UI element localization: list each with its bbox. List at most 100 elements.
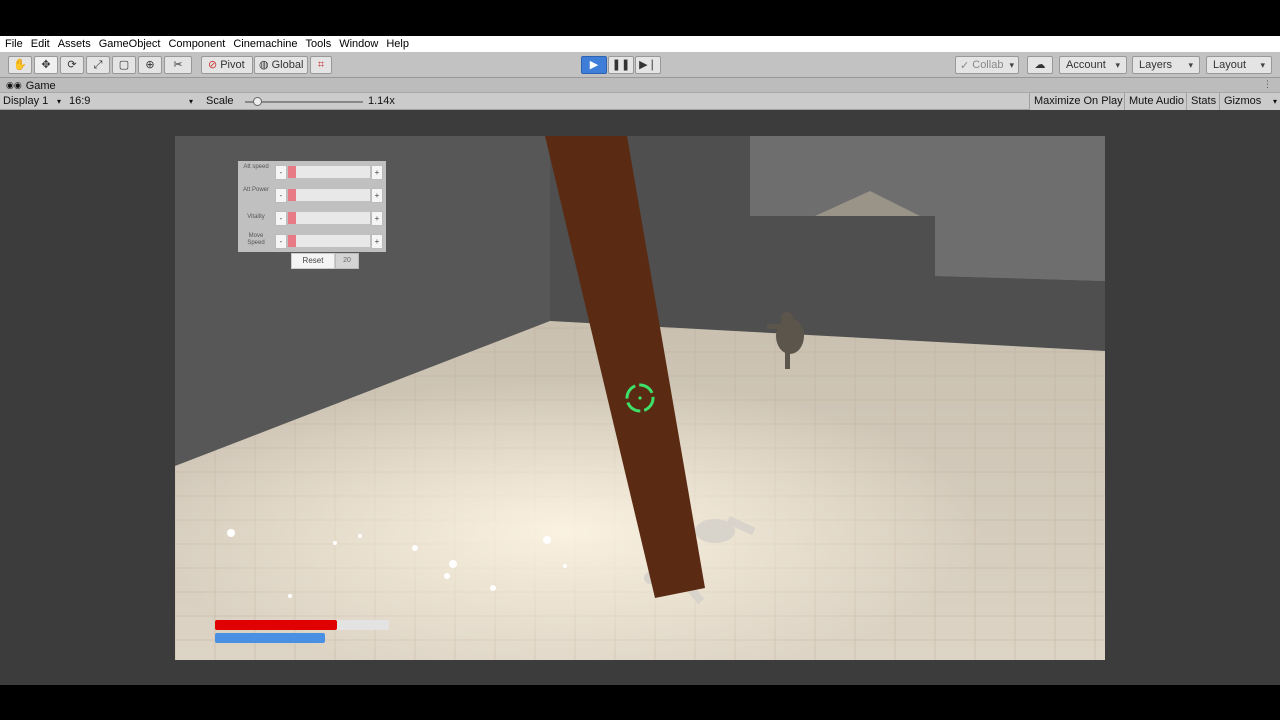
global-toggle[interactable]: ◍ Global [254,56,308,74]
menu-assets[interactable]: Assets [54,36,95,52]
layers-label: Layers [1139,59,1173,71]
stat-row-vitality: Vitality - + [238,208,386,228]
increase-button[interactable]: + [371,211,383,226]
tools-icon: ✂ [173,58,183,71]
hand-icon: ✋ [13,58,27,71]
stat-row-move-speed: Move Speed - + [238,231,386,251]
stat-slider-fill[interactable] [288,166,296,178]
rect-icon: ▢ [118,58,130,71]
rotate-icon: ⟳ [67,58,77,71]
pause-icon: ❚❚ [611,58,631,71]
scale-tool-button[interactable]: ⤢ [86,56,110,74]
menu-file[interactable]: File [0,36,27,52]
rotate-tool-button[interactable]: ⟳ [60,56,84,74]
global-label: Global [271,59,304,71]
rect-tool-button[interactable]: ▢ [112,56,136,74]
stat-label: Vitality [247,214,265,220]
scale-slider-track[interactable] [245,101,363,103]
layout-dropdown[interactable]: Layout [1206,56,1272,74]
globe-icon: ◍ [259,58,269,71]
menu-edit[interactable]: Edit [27,36,54,52]
menu-window[interactable]: Window [335,36,382,52]
pivot-label: Pivot [220,59,245,71]
maximize-on-play-toggle[interactable]: Maximize On Play [1029,93,1127,110]
stats-toggle[interactable]: Stats [1186,93,1221,110]
stat-slider-fill[interactable] [288,212,296,224]
stat-slider-track[interactable] [288,189,370,201]
layout-label: Layout [1213,59,1247,71]
increase-button[interactable]: + [371,188,383,203]
display-dropdown[interactable]: Display 1 ▾ [3,93,65,110]
reset-button[interactable]: Reset [291,253,335,269]
menu-help[interactable]: Help [382,36,413,52]
cloud-icon: ☁ [1034,58,1046,71]
dropdown-arrow-icon: ▾ [1272,97,1277,106]
stat-slider-fill[interactable] [288,189,296,201]
pause-button[interactable]: ❚❚ [608,56,634,74]
transform-icon: ⊕ [145,58,155,71]
hand-tool-button[interactable]: ✋ [8,56,32,74]
stat-slider-track[interactable] [288,166,370,178]
dropdown-arrow-icon: ▾ [189,97,194,106]
aspect-dropdown[interactable]: 16:9 ▾ [69,93,199,110]
grid-snap-icon: ⌗ [317,58,325,71]
mana-bar-fill [215,633,325,643]
game-viewport[interactable]: Att speed - + Att Power - + Vitality - +… [175,136,1105,660]
bottom-black-bar [0,685,1280,720]
stat-slider-track[interactable] [288,235,370,247]
menu-tools[interactable]: Tools [302,36,336,52]
layers-dropdown[interactable]: Layers [1132,56,1200,74]
scale-slider-handle[interactable] [253,97,262,106]
game-view-toolbar: Display 1 ▾ 16:9 ▾ Scale 1.14x Maximize … [0,93,1280,110]
stat-points-counter: 20 [335,253,359,269]
step-button[interactable]: ▶❘ [635,56,661,74]
scale-icon: ⤢ [93,58,103,71]
gizmos-dropdown[interactable]: Gizmos ▾ [1219,93,1280,110]
stat-label: Att speed [243,164,269,170]
step-icon: ▶❘ [639,58,657,71]
cloud-button[interactable]: ☁ [1027,56,1053,74]
tab-game[interactable]: ◉◉ Game [6,78,56,93]
play-icon: ▶ [589,58,599,71]
menu-gameobject[interactable]: GameObject [95,36,165,52]
menu-cinemachine[interactable]: Cinemachine [229,36,301,52]
play-button[interactable]: ▶ [581,56,607,74]
snap-button[interactable]: ⌗ [310,56,332,74]
decrease-button[interactable]: - [275,165,287,180]
pivot-icon: ⊘ [208,58,218,71]
custom-tool-button[interactable]: ✂ [164,56,192,74]
top-black-bar [0,0,1280,36]
scale-label: Scale [206,95,234,107]
stat-label: Move Speed [247,233,265,246]
account-label: Account [1066,59,1106,71]
scale-value: 1.14x [368,95,395,107]
stat-slider-fill[interactable] [288,235,296,247]
panel-menu-icon[interactable]: ⋮ [1263,79,1272,90]
health-bar [215,620,389,630]
stat-label: Att Power [242,187,269,193]
gizmos-label: Gizmos [1224,95,1262,107]
menu-component[interactable]: Component [164,36,229,52]
mute-audio-toggle[interactable]: Mute Audio [1124,93,1189,110]
check-icon: ✓ [960,59,970,72]
decrease-button[interactable]: - [275,211,287,226]
stat-row-att-speed: Att speed - + [238,162,386,182]
move-tool-button[interactable]: ✥ [34,56,58,74]
main-toolbar: ✋ ✥ ⟳ ⤢ ▢ ⊕ ✂ ⊘ Pivot ◍ Global ⌗ ▶ ❚❚ ▶❘… [0,52,1280,78]
pivot-toggle[interactable]: ⊘ Pivot [201,56,253,74]
tab-game-label: Game [25,79,56,92]
collab-dropdown[interactable]: ✓ Collab [955,56,1019,74]
dropdown-arrow-icon: ▾ [57,97,62,106]
increase-button[interactable]: + [371,234,383,249]
transform-tool-button[interactable]: ⊕ [138,56,162,74]
health-bar-fill [215,620,337,630]
display-label: Display 1 [3,95,49,107]
gamepad-icon: ◉◉ [6,80,22,90]
account-dropdown[interactable]: Account [1059,56,1127,74]
panel-tab-row: ◉◉ Game ⋮ [0,78,1280,93]
decrease-button[interactable]: - [275,188,287,203]
aspect-label: 16:9 [69,95,91,107]
stat-slider-track[interactable] [288,212,370,224]
increase-button[interactable]: + [371,165,383,180]
decrease-button[interactable]: - [275,234,287,249]
